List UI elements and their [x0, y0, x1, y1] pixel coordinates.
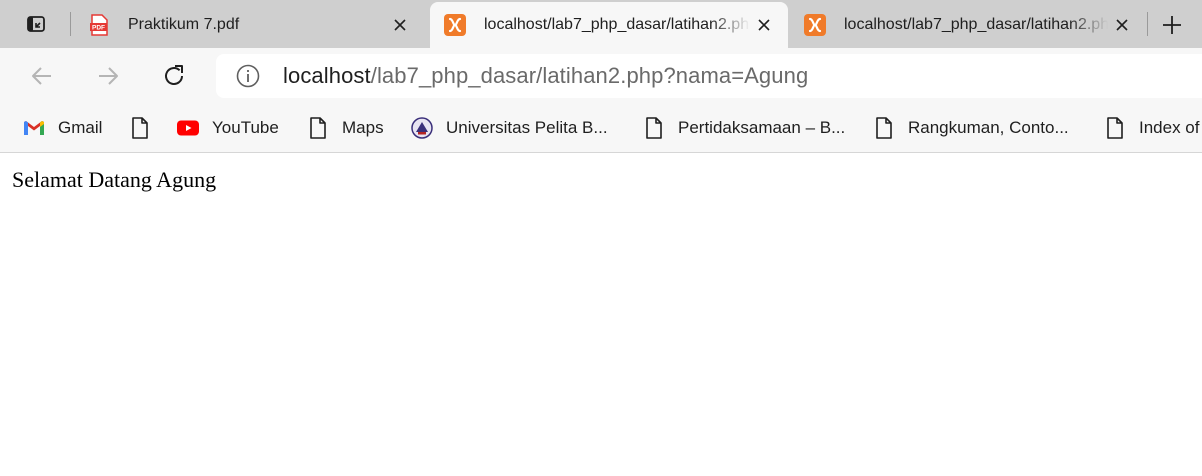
page-content: Selamat Datang Agung [0, 153, 1202, 476]
tab-praktikum-pdf[interactable]: PDF Praktikum 7.pdf [74, 2, 424, 48]
tab-separator [70, 12, 71, 36]
bookmark-label: Gmail [58, 118, 103, 137]
bookmark-label: Maps [342, 118, 384, 137]
bookmark-label: YouTube [212, 118, 279, 137]
tab-actions-icon [27, 16, 45, 32]
tab-strip: PDF Praktikum 7.pdf localhost/lab7_php_d… [0, 0, 1202, 48]
page-icon [1103, 116, 1127, 140]
svg-text:PDF: PDF [92, 25, 105, 32]
bookmark-rangkuman[interactable]: Rangkuman, Conto... [872, 114, 1069, 142]
info-icon[interactable] [235, 63, 261, 89]
tab-title: localhost/lab7_php_dasar/latihan2.php?na… [484, 16, 750, 33]
address-bar[interactable]: localhost/lab7_php_dasar/latihan2.php?na… [216, 54, 1202, 98]
close-tab-button[interactable] [386, 11, 414, 39]
back-button[interactable] [26, 60, 58, 92]
youtube-icon [176, 116, 200, 140]
tab-actions-button[interactable] [14, 10, 58, 38]
bookmark-label: Pertidaksamaan – B... [678, 118, 846, 137]
url-text[interactable]: localhost/lab7_php_dasar/latihan2.php?na… [283, 63, 808, 89]
page-icon [872, 116, 896, 140]
reload-button[interactable] [158, 60, 190, 92]
bookmark-universitas-pelita[interactable]: Universitas Pelita B... [410, 114, 608, 142]
xampp-icon [444, 14, 466, 36]
page-icon [306, 116, 330, 140]
bookmark-index-of[interactable]: Index of [1103, 114, 1200, 142]
plus-icon [1163, 16, 1181, 34]
close-tab-button[interactable] [750, 11, 778, 39]
close-icon [1116, 19, 1128, 31]
close-icon [758, 19, 770, 31]
browser-window: PDF Praktikum 7.pdf localhost/lab7_php_d… [0, 0, 1202, 476]
new-tab-button[interactable] [1152, 10, 1192, 40]
tab-separator [1147, 12, 1148, 36]
bookmark-label: Universitas Pelita B... [446, 118, 608, 137]
forward-button[interactable] [92, 60, 124, 92]
refresh-icon [165, 65, 183, 85]
tab-title: localhost/lab7_php_dasar/latihan2.php [844, 16, 1108, 33]
bookmark-pertidaksamaan[interactable]: Pertidaksamaan – B... [642, 114, 845, 142]
url-path: /lab7_php_dasar/latihan2.php?nama=Agung [370, 63, 809, 88]
close-tab-button[interactable] [1108, 11, 1136, 39]
url-host: localhost [283, 63, 371, 88]
bookmark-label: Index of [1139, 118, 1200, 137]
pdf-icon: PDF [88, 14, 110, 36]
page-icon [128, 116, 152, 140]
page-icon [642, 116, 666, 140]
tab-latihan2[interactable]: localhost/lab7_php_dasar/latihan2.php [790, 2, 1146, 48]
university-icon [410, 116, 434, 140]
navigation-toolbar: localhost/lab7_php_dasar/latihan2.php?na… [0, 48, 1202, 104]
bookmark-label: Rangkuman, Conto... [908, 118, 1069, 137]
bookmark-untitled[interactable] [128, 114, 152, 142]
close-icon [394, 19, 406, 31]
arrow-right-icon [99, 67, 118, 85]
greeting-text: Selamat Datang Agung [12, 167, 217, 192]
xampp-icon [804, 14, 826, 36]
tab-latihan2-active[interactable]: localhost/lab7_php_dasar/latihan2.php?na… [430, 2, 788, 48]
bookmark-maps[interactable]: Maps [306, 114, 384, 142]
bookmarks-bar: Gmail YouTube Maps Universitas Pelita B.… [0, 104, 1202, 153]
tab-title: Praktikum 7.pdf [128, 16, 240, 33]
gmail-icon [22, 116, 46, 140]
bookmark-gmail[interactable]: Gmail [22, 114, 102, 142]
bookmark-youtube[interactable]: YouTube [176, 114, 279, 142]
arrow-left-icon [32, 67, 51, 85]
